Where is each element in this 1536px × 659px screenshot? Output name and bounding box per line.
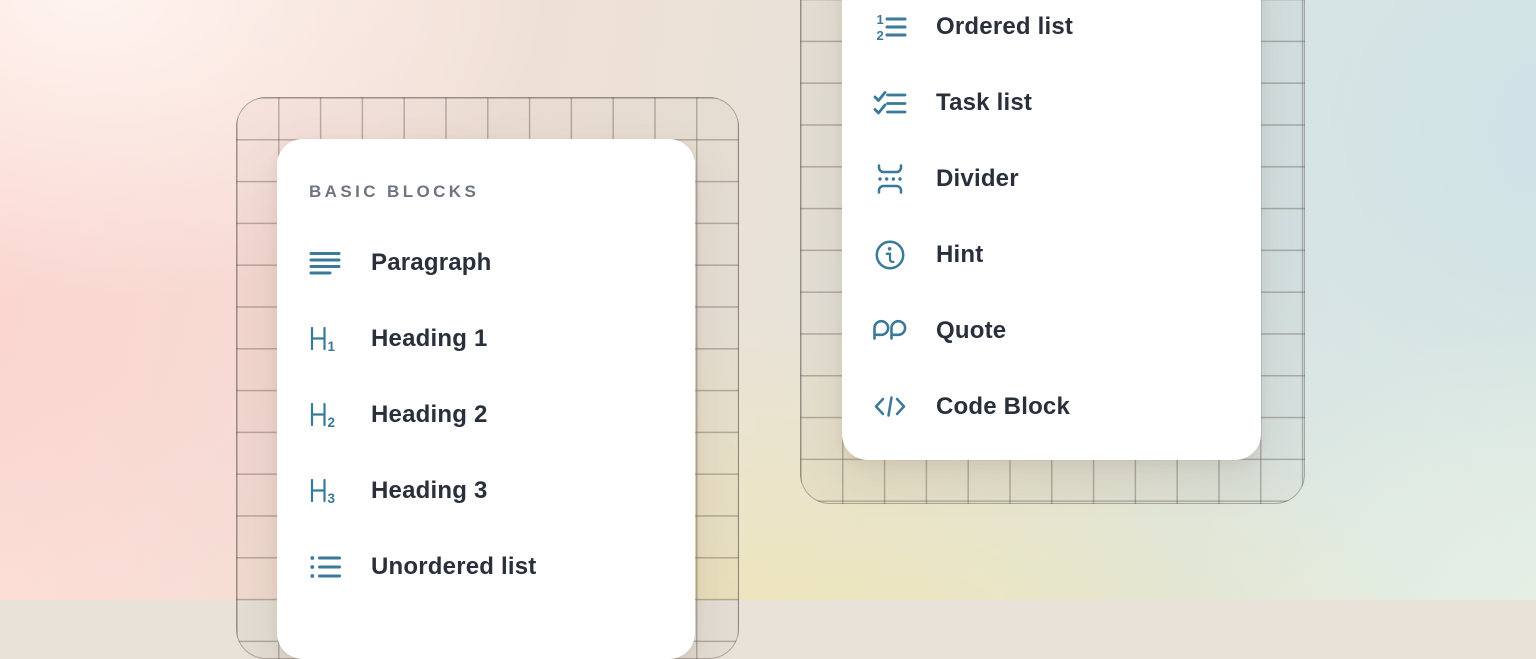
hint-icon <box>872 237 908 273</box>
gradient-background <box>0 0 1536 600</box>
svg-text:2: 2 <box>328 415 336 430</box>
menu-item-divider[interactable]: Divider <box>872 141 1261 217</box>
svg-text:1: 1 <box>877 12 884 27</box>
svg-text:2: 2 <box>877 28 884 43</box>
basic-blocks-menu: BASIC BLOCKS Paragraph 1 Heading 1 <box>277 139 695 659</box>
svg-text:1: 1 <box>328 339 336 354</box>
menu-item-label: Code Block <box>936 393 1070 421</box>
paragraph-icon <box>307 245 343 281</box>
menu-item-label: Unordered list <box>371 553 537 581</box>
task-list-icon <box>872 85 908 121</box>
menu-item-code-block[interactable]: Code Block <box>872 369 1261 445</box>
menu-item-heading-2[interactable]: 2 Heading 2 <box>307 377 695 453</box>
menu-item-heading-3[interactable]: 3 Heading 3 <box>307 453 695 529</box>
menu-item-label: Heading 2 <box>371 401 488 429</box>
svg-text:3: 3 <box>328 491 336 506</box>
unordered-list-icon <box>307 549 343 585</box>
menu-item-ordered-list[interactable]: 1 2 Ordered list <box>872 0 1261 65</box>
heading-2-icon: 2 <box>307 397 343 433</box>
ordered-list-icon: 1 2 <box>872 9 908 45</box>
menu-item-paragraph[interactable]: Paragraph <box>307 225 695 301</box>
code-block-icon <box>872 389 908 425</box>
menu-item-label: Quote <box>936 317 1006 345</box>
menu-item-label: Divider <box>936 165 1019 193</box>
menu-item-task-list[interactable]: Task list <box>872 65 1261 141</box>
menu-item-label: Heading 3 <box>371 477 488 505</box>
menu-item-label: Task list <box>936 89 1032 117</box>
insert-blocks-menu-list: 1 2 Ordered list Task list <box>872 0 1261 445</box>
basic-blocks-menu-list: Paragraph 1 Heading 1 2 <box>307 225 695 605</box>
menu-item-label: Ordered list <box>936 13 1073 41</box>
menu-item-quote[interactable]: Quote <box>872 293 1261 369</box>
menu-item-heading-1[interactable]: 1 Heading 1 <box>307 301 695 377</box>
menu-item-label: Hint <box>936 241 983 269</box>
insert-blocks-menu: 1 2 Ordered list Task list <box>842 0 1261 460</box>
heading-3-icon: 3 <box>307 473 343 509</box>
menu-item-hint[interactable]: Hint <box>872 217 1261 293</box>
heading-1-icon: 1 <box>307 321 343 357</box>
menu-item-unordered-list[interactable]: Unordered list <box>307 529 695 605</box>
section-label: BASIC BLOCKS <box>309 182 695 202</box>
quote-icon <box>872 313 908 349</box>
menu-item-label: Paragraph <box>371 249 492 277</box>
divider-icon <box>872 161 908 197</box>
menu-item-label: Heading 1 <box>371 325 488 353</box>
